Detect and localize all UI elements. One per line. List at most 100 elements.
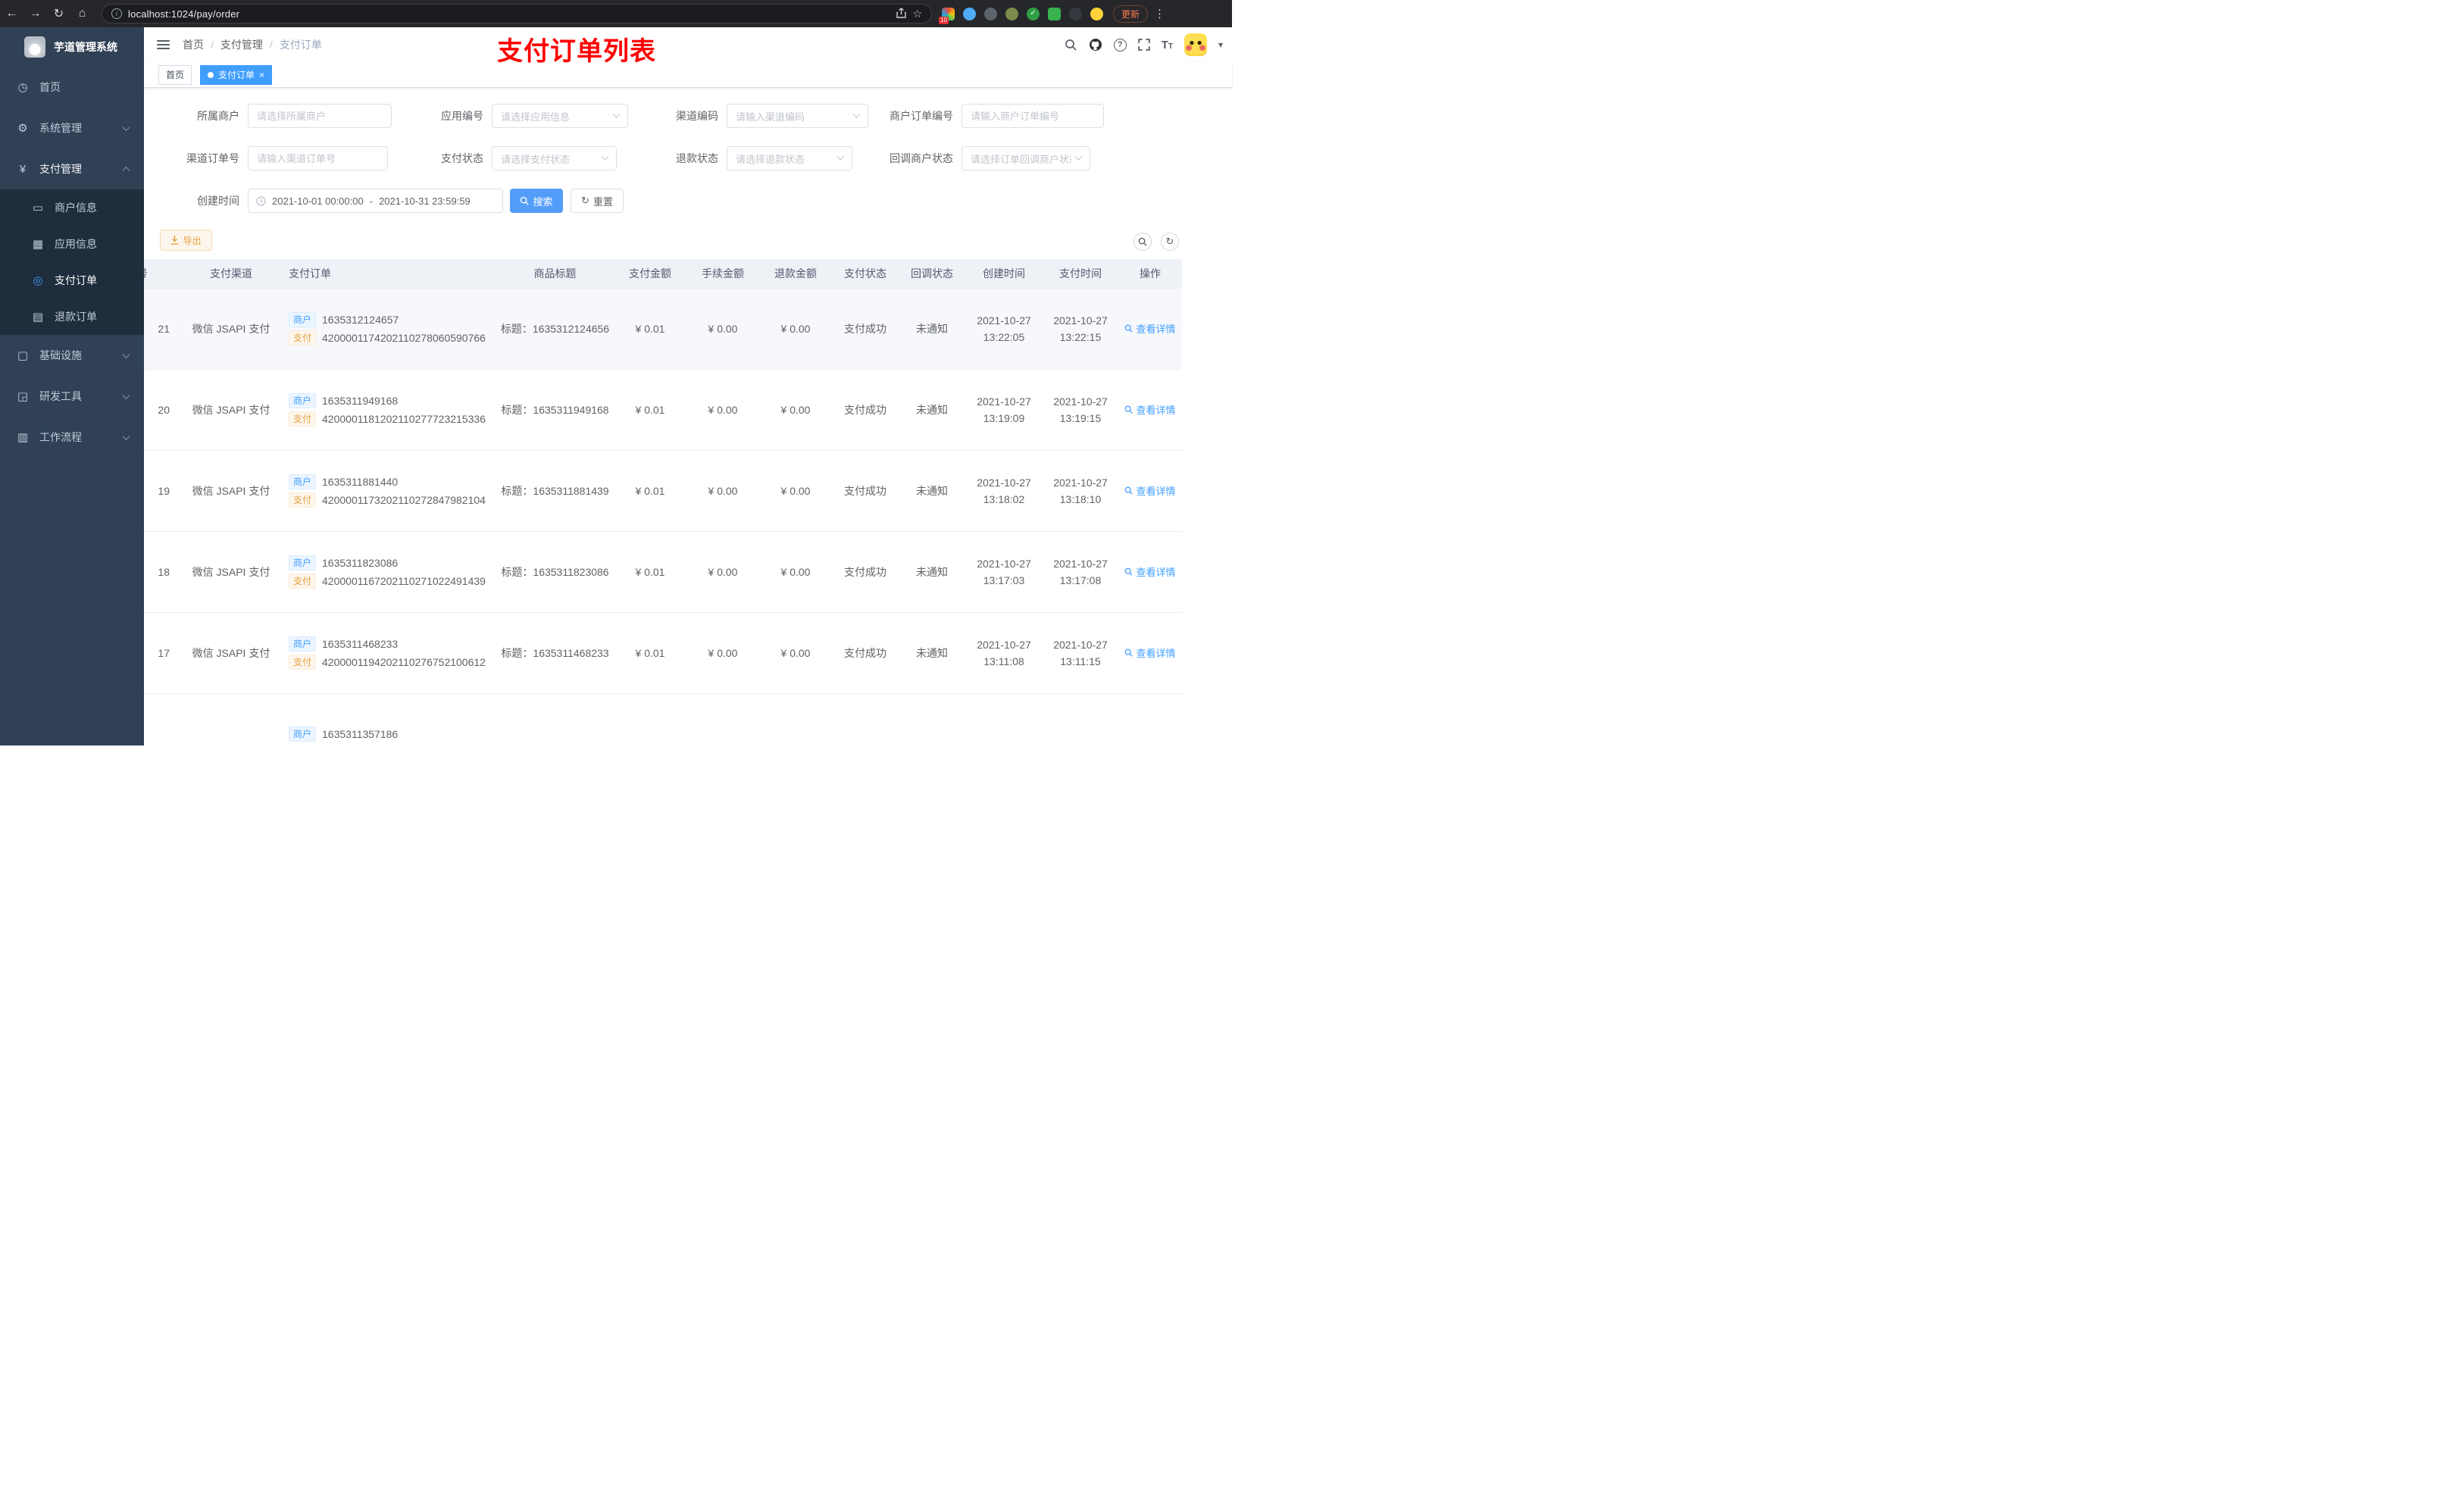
pay-time: 2021-10-27 13:11:15 — [1043, 612, 1118, 694]
extension-icon-dark[interactable] — [1069, 7, 1082, 20]
channel-code-select[interactable]: 请输入渠道编码 — [727, 104, 868, 128]
sidebar-item-label: 应用信息 — [55, 238, 97, 250]
chevron-down-icon — [122, 391, 130, 399]
help-icon[interactable]: ? — [1113, 38, 1127, 52]
channel-pay-no: 4200001173202110272847982104 — [322, 493, 486, 506]
user-avatar[interactable] — [1184, 33, 1207, 56]
browser-menu-icon[interactable]: ⋮ — [1154, 7, 1165, 20]
extension-icon-blue[interactable] — [963, 7, 976, 20]
view-detail-link[interactable]: 查看详情 — [1124, 483, 1176, 498]
breadcrumb-payment[interactable]: 支付管理 — [220, 37, 263, 52]
channel-pay-no: 4200001181202110277723215336 — [322, 412, 486, 425]
search-icon — [1125, 649, 1134, 657]
pay-tag: 支付 — [289, 492, 317, 508]
channel-pay-no: 4200001174202110278060590766 — [322, 331, 486, 344]
pay-time: 2021-10-27 13:18:10 — [1043, 450, 1118, 532]
sidebar-item-system[interactable]: ⚙ 系统管理 — [0, 108, 144, 148]
pay-time: 2021-10-27 13:17:08 — [1043, 531, 1118, 613]
address-bar[interactable]: i localhost:1024/pay/order ☆ — [102, 4, 932, 23]
refund-status-select[interactable]: 请选择退款状态 — [727, 146, 852, 170]
export-button[interactable]: 导出 — [160, 230, 212, 251]
hamburger-button[interactable] — [157, 40, 170, 49]
sidebar-item-home[interactable]: ◷ 首页 — [0, 67, 144, 108]
pay-status: 支付成功 — [832, 450, 899, 532]
notify-status: 未通知 — [899, 288, 965, 370]
github-icon[interactable] — [1089, 38, 1102, 52]
view-detail-link[interactable]: 查看详情 — [1124, 645, 1176, 660]
yen-icon: ¥ — [19, 162, 27, 176]
header-refund: 退款金额 — [759, 259, 832, 289]
reload-button[interactable]: ↻ — [47, 6, 70, 21]
active-tab-dot — [208, 71, 214, 78]
sidebar-subitem-pay-order[interactable]: ◎ 支付订单 — [0, 262, 144, 299]
pay-amount: ¥ 0.01 — [614, 288, 686, 370]
refund-amount: ¥ 0.00 — [759, 531, 832, 613]
toolbar-refresh-button[interactable]: ↻ — [1161, 233, 1179, 251]
view-detail-link[interactable]: 查看详情 — [1124, 564, 1176, 579]
share-icon[interactable] — [896, 7, 907, 20]
search-icon[interactable] — [1065, 39, 1077, 52]
tab-home[interactable]: 首页 — [158, 64, 192, 85]
pay-status: 支付成功 — [832, 531, 899, 613]
order-id: 19 — [144, 450, 182, 532]
sidebar-item-infrastructure[interactable]: ▢ 基础设施 — [0, 335, 144, 376]
tab-pay-order[interactable]: 支付订单 × — [200, 64, 273, 85]
breadcrumb-home[interactable]: 首页 — [183, 37, 204, 52]
search-button-label: 搜索 — [533, 195, 553, 208]
breadcrumb: 首页 / 支付管理 / 支付订单 — [183, 37, 322, 52]
home-button[interactable]: ⌂ — [70, 7, 94, 20]
sidebar-item-workflow[interactable]: ▥ 工作流程 — [0, 417, 144, 458]
extension-icon-gray[interactable] — [984, 7, 997, 20]
date-start-value: 2021-10-01 00:00:00 — [272, 195, 364, 207]
view-detail-link[interactable]: 查看详情 — [1124, 402, 1176, 417]
merchant-order-no: 1635311881440 — [322, 475, 399, 488]
app-select[interactable]: 请选择应用信息 — [492, 104, 628, 128]
fullscreen-icon[interactable] — [1137, 39, 1150, 51]
tab-close-icon[interactable]: × — [259, 70, 264, 80]
sidebar-subitem-refund-order[interactable]: ▤ 退款订单 — [0, 299, 144, 335]
extension-icon-chat[interactable] — [1048, 7, 1061, 20]
view-detail-link[interactable]: 查看详情 — [1124, 321, 1176, 336]
pay-amount: ¥ 0.01 — [614, 531, 686, 613]
merchant-order-no: 1635311468233 — [322, 637, 399, 650]
briefcase-icon: ▥ — [17, 431, 29, 444]
url-text: localhost:1024/pay/order — [128, 8, 240, 20]
order-id: 20 — [144, 369, 182, 451]
sidebar-item-devtools[interactable]: ◲ 研发工具 — [0, 376, 144, 417]
goods-title: 标题：1635312124656 — [496, 288, 614, 370]
extension-icon-olive[interactable] — [1005, 7, 1018, 20]
sidebar-item-payment[interactable]: ¥ 支付管理 — [0, 148, 144, 189]
extensions-puzzle-icon[interactable]: 10 — [939, 7, 955, 24]
pay-status-select[interactable]: 请选择支付状态 — [492, 146, 617, 170]
filter-form: 所属商户 应用编号 请选择应用信息 渠道编码 请输入渠道编码 商户订单编号 渠道… — [144, 88, 1232, 259]
goods-title: 标题：1635311949168 — [496, 369, 614, 451]
font-size-icon[interactable]: TT — [1162, 39, 1173, 52]
sidebar-subitem-app-info[interactable]: ▦ 应用信息 — [0, 226, 144, 262]
notify-status-select[interactable]: 请选择订单回调商户状态 — [962, 146, 1090, 170]
extension-icon-face[interactable] — [1090, 7, 1103, 20]
toolbar-search-toggle-button[interactable] — [1134, 233, 1152, 251]
caret-down-icon[interactable]: ▾ — [1218, 39, 1223, 50]
browser-update-button[interactable]: 更新 — [1113, 5, 1149, 23]
reset-button[interactable]: ↻ 重置 — [571, 189, 624, 213]
merchant-order-no-input[interactable] — [962, 104, 1104, 128]
sidebar-subitem-merchant-info[interactable]: ▭ 商户信息 — [0, 189, 144, 226]
app-logo[interactable]: 芋道管理系统 — [0, 27, 144, 67]
goods-title: 标题：1635311881439 — [496, 450, 614, 532]
chevron-down-icon — [612, 110, 621, 118]
owner-input[interactable] — [248, 104, 392, 128]
search-button[interactable]: 搜索 — [510, 189, 563, 213]
site-info-icon[interactable]: i — [111, 8, 122, 19]
refresh-icon: ↻ — [1165, 236, 1174, 247]
search-icon — [1125, 567, 1134, 576]
extension-icon-check[interactable]: ✓ — [1027, 7, 1040, 20]
date-range-input[interactable]: 2021-10-01 00:00:00 - 2021-10-31 23:59:5… — [248, 189, 503, 213]
logo-avatar — [24, 36, 45, 58]
orders-table: 编号 支付渠道 支付订单 商品标题 支付金额 手续金额 退款金额 支付状态 回调… — [144, 259, 1232, 746]
date-separator: - — [369, 195, 374, 207]
channel-order-no-input[interactable] — [248, 146, 388, 170]
order-numbers: 商户 1635311949168 支付 4200001181202110277723… — [280, 369, 496, 451]
back-button[interactable]: ← — [0, 7, 23, 20]
bookmark-star-icon[interactable]: ☆ — [912, 8, 922, 20]
forward-button[interactable]: → — [23, 7, 47, 20]
